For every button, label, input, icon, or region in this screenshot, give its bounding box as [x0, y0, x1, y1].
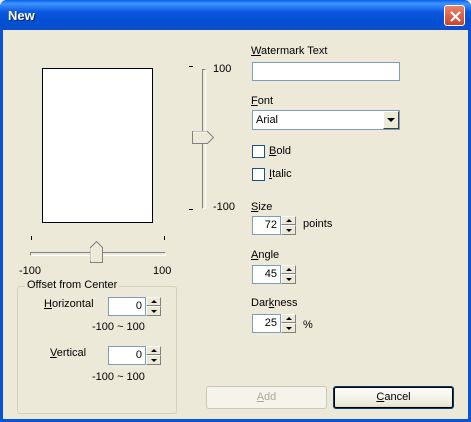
arrow-up-icon[interactable] — [281, 265, 296, 274]
size-unit: points — [303, 218, 333, 230]
arrow-up-icon[interactable] — [281, 216, 296, 225]
italic-label: Italic — [269, 168, 292, 180]
horizontal-slider-min-label: -100 — [19, 265, 42, 277]
vertical-offset-thumb[interactable] — [192, 131, 214, 144]
vertical-slider-min-label: -100 — [213, 201, 236, 213]
vertical-offset-label: Vertical — [50, 347, 87, 359]
arrow-down-icon[interactable] — [281, 274, 296, 284]
angle-input[interactable]: 45 — [252, 265, 281, 284]
slider-tick — [189, 209, 193, 210]
size-input[interactable]: 72 — [252, 216, 281, 235]
darkness-label: Darkness — [251, 297, 298, 309]
size-label: Size — [251, 201, 273, 213]
horizontal-offset-label: Horizontal — [44, 298, 94, 310]
horizontal-offset-input[interactable]: 0 — [108, 297, 146, 316]
darkness-stepper[interactable] — [281, 314, 296, 333]
window-title: New — [8, 8, 35, 23]
bold-checkbox[interactable] — [252, 145, 265, 158]
watermark-text-input[interactable] — [252, 62, 400, 81]
close-icon — [450, 11, 461, 22]
slider-tick — [164, 236, 165, 240]
chevron-down-icon[interactable] — [383, 111, 399, 129]
slider-tick — [31, 236, 32, 240]
font-label: Font — [251, 95, 274, 107]
offset-group-title: Offset from Center — [25, 279, 120, 291]
close-button[interactable] — [444, 5, 465, 26]
bold-label: Bold — [269, 145, 292, 157]
dialog-client-area: 100 -100 -100 100 Offset from Center Hor… — [3, 30, 468, 419]
horizontal-offset-range: -100 ~ 100 — [92, 321, 145, 333]
watermark-text-label: Watermark Text — [251, 45, 328, 57]
watermark-preview — [42, 68, 153, 223]
cancel-button[interactable]: Cancel — [333, 386, 454, 409]
size-stepper[interactable] — [281, 216, 296, 235]
arrow-up-icon[interactable] — [146, 297, 161, 306]
arrow-up-icon[interactable] — [146, 346, 161, 355]
arrow-down-icon[interactable] — [146, 355, 161, 365]
dialog-window: New 100 -100 -100 100 Offset from Center… — [0, 0, 471, 422]
darkness-input[interactable]: 25 — [252, 314, 281, 333]
angle-stepper[interactable] — [281, 265, 296, 284]
arrow-down-icon[interactable] — [281, 323, 296, 333]
horizontal-slider-max-label: 100 — [153, 265, 172, 277]
arrow-up-icon[interactable] — [281, 314, 296, 323]
horizontal-offset-thumb[interactable] — [90, 241, 103, 263]
vertical-offset-range: -100 ~ 100 — [92, 371, 145, 383]
font-select[interactable]: Arial — [252, 110, 400, 130]
vertical-slider-max-label: 100 — [213, 63, 232, 75]
arrow-down-icon[interactable] — [146, 306, 161, 316]
vertical-offset-stepper[interactable] — [146, 346, 161, 365]
darkness-unit: % — [303, 319, 313, 331]
vertical-offset-input[interactable]: 0 — [108, 346, 146, 365]
italic-checkbox[interactable] — [252, 168, 265, 181]
angle-label: Angle — [251, 249, 280, 261]
arrow-down-icon[interactable] — [281, 225, 296, 235]
title-bar[interactable]: New — [0, 0, 471, 30]
horizontal-offset-stepper[interactable] — [146, 297, 161, 316]
slider-tick — [189, 66, 193, 67]
add-button[interactable]: Add — [206, 386, 327, 409]
font-select-value: Arial — [256, 114, 279, 126]
